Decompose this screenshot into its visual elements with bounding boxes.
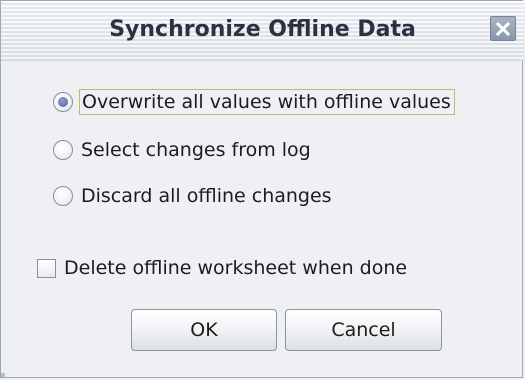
dialog-title: Synchronize Offline Data [109,17,416,42]
radio-select-from-log[interactable] [53,140,73,160]
option-select-from-log-label[interactable]: Select changes from log [81,138,311,162]
radio-discard[interactable] [53,186,73,206]
radio-overwrite[interactable] [53,92,73,112]
title-bar[interactable]: Synchronize Offline Data [1,1,524,61]
ok-button[interactable]: OK [131,309,277,351]
delete-worksheet-option[interactable]: Delete offline worksheet when done [37,253,407,283]
option-discard[interactable]: Discard all offline changes [53,181,332,211]
close-icon [496,21,510,36]
delete-worksheet-checkbox[interactable] [37,258,56,278]
resize-grip[interactable] [1,373,5,377]
synchronize-dialog: Synchronize Offline Data Overwrite all v… [0,0,524,378]
cancel-button[interactable]: Cancel [285,309,442,351]
close-button[interactable] [490,16,516,41]
delete-worksheet-label[interactable]: Delete offline worksheet when done [64,257,407,279]
option-overwrite[interactable]: Overwrite all values with offline values [53,87,455,117]
option-select-from-log[interactable]: Select changes from log [53,135,311,165]
option-overwrite-label[interactable]: Overwrite all values with offline values [79,89,455,115]
option-discard-label[interactable]: Discard all offline changes [81,184,332,208]
